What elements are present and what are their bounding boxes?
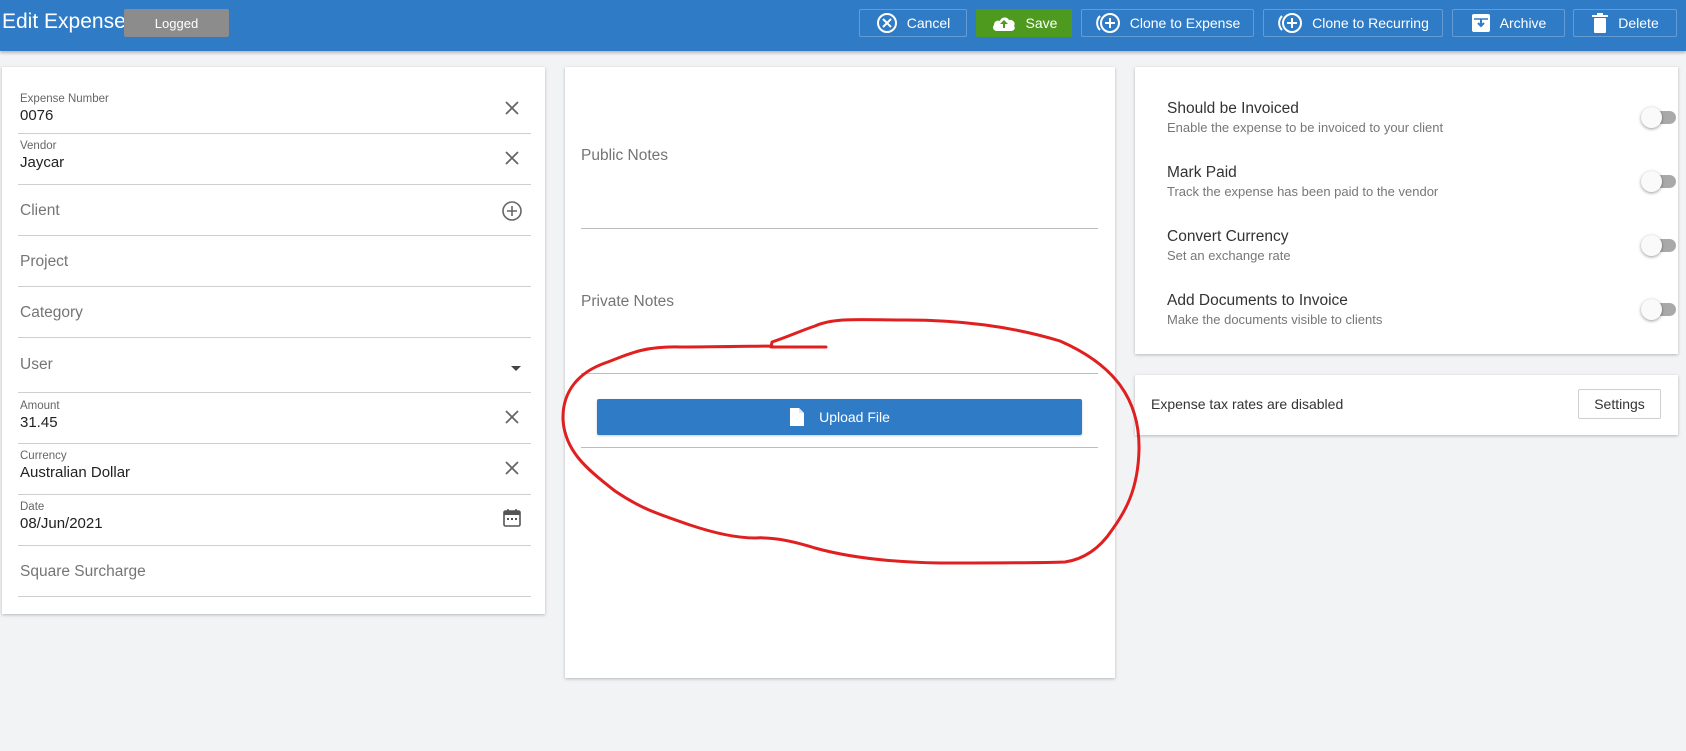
archive-icon (1471, 14, 1490, 32)
public-notes-label: Public Notes (581, 147, 669, 164)
expense-number-label: Expense Number (20, 93, 109, 105)
expense-number-value: 0076 (20, 107, 54, 124)
expense-options-card: Should be Invoiced Enable the expense to… (1135, 67, 1678, 354)
amount-label: Amount (20, 400, 60, 412)
mark-paid-toggle[interactable] (1641, 170, 1677, 192)
cancel-button[interactable]: Cancel (859, 9, 967, 37)
project-field[interactable]: Project (18, 236, 531, 287)
convert-currency-title: Convert Currency (1167, 228, 1289, 245)
mark-paid-subtitle: Track the expense has been paid to the v… (1167, 184, 1439, 199)
category-field[interactable]: Category (18, 287, 531, 338)
should-be-invoiced-toggle[interactable] (1641, 106, 1677, 128)
top-app-bar: Edit Expense Logged Cancel Save Clone to… (0, 0, 1686, 51)
expense-number-field[interactable]: Expense Number 0076 (18, 83, 531, 134)
currency-label: Currency (20, 450, 67, 462)
archive-button[interactable]: Archive (1452, 9, 1565, 37)
tax-settings-button[interactable]: Settings (1578, 389, 1661, 419)
amount-field[interactable]: Amount 31.45 (18, 393, 531, 444)
convert-currency-subtitle: Set an exchange rate (1167, 248, 1291, 263)
convert-currency-row: Convert Currency Set an exchange rate (1167, 228, 1677, 268)
file-icon (790, 408, 805, 426)
clear-icon[interactable] (501, 97, 523, 119)
project-label: Project (20, 253, 69, 270)
save-button-label: Save (1025, 15, 1058, 31)
client-label: Client (20, 202, 60, 219)
square-surcharge-label: Square Surcharge (20, 563, 146, 580)
vendor-value: Jaycar (20, 154, 65, 171)
mark-paid-title: Mark Paid (1167, 164, 1237, 181)
delete-button-label: Delete (1618, 15, 1659, 31)
archive-button-label: Archive (1499, 15, 1547, 31)
page-title: Edit Expense (2, 10, 126, 33)
dropdown-arrow-icon[interactable] (509, 364, 523, 372)
vendor-field[interactable]: Vendor Jaycar (18, 134, 531, 185)
documents-divider (581, 447, 1098, 448)
user-select[interactable]: User (18, 338, 531, 393)
cancel-button-label: Cancel (906, 15, 951, 31)
upload-file-label: Upload File (819, 409, 890, 425)
vendor-label: Vendor (20, 140, 57, 152)
trash-icon (1592, 13, 1609, 33)
public-notes-input[interactable] (581, 228, 1098, 229)
add-documents-title: Add Documents to Invoice (1167, 292, 1348, 309)
clone-to-expense-button[interactable]: Clone to Expense (1081, 9, 1254, 37)
square-surcharge-field[interactable]: Square Surcharge (18, 546, 531, 597)
private-notes-input[interactable] (581, 373, 1098, 374)
clear-icon[interactable] (501, 406, 523, 428)
client-field[interactable]: Client (18, 185, 531, 236)
save-button[interactable]: Save (976, 9, 1072, 37)
calendar-icon[interactable] (501, 507, 523, 529)
should-be-invoiced-row: Should be Invoiced Enable the expense to… (1167, 100, 1677, 140)
date-field[interactable]: Date 08/Jun/2021 (18, 495, 531, 546)
currency-value: Australian Dollar (20, 464, 131, 481)
clone-to-expense-label: Clone to Expense (1129, 15, 1241, 31)
clone-to-recurring-button[interactable]: Clone to Recurring (1263, 9, 1443, 37)
add-documents-subtitle: Make the documents visible to clients (1167, 312, 1383, 327)
tax-rates-card: Expense tax rates are disabled Settings (1135, 375, 1678, 435)
date-value: 08/Jun/2021 (20, 515, 103, 532)
add-documents-toggle[interactable] (1641, 298, 1677, 320)
should-be-invoiced-title: Should be Invoiced (1167, 100, 1299, 117)
clone-add-icon (1278, 13, 1303, 33)
delete-button[interactable]: Delete (1573, 9, 1677, 37)
currency-field[interactable]: Currency Australian Dollar (18, 444, 531, 495)
cancel-circle-icon (876, 13, 897, 33)
amount-value: 31.45 (20, 414, 58, 431)
private-notes-label: Private Notes (581, 293, 675, 310)
category-label: Category (20, 304, 83, 321)
add-circle-icon[interactable] (501, 200, 523, 222)
cloud-upload-icon (992, 17, 1015, 31)
should-be-invoiced-subtitle: Enable the expense to be invoiced to you… (1167, 120, 1444, 135)
clear-icon[interactable] (501, 147, 523, 169)
upload-file-button[interactable]: Upload File (597, 399, 1082, 435)
convert-currency-toggle[interactable] (1641, 234, 1677, 256)
tax-rates-message: Expense tax rates are disabled (1151, 396, 1344, 412)
clone-to-recurring-label: Clone to Recurring (1312, 15, 1429, 31)
add-documents-row: Add Documents to Invoice Make the docume… (1167, 292, 1677, 332)
clone-add-icon (1095, 13, 1120, 33)
notes-card: Public Notes Private Notes Upload File (565, 67, 1115, 678)
status-badge: Logged (124, 9, 229, 37)
expense-details-card: Expense Number 0076 Vendor Jaycar Client… (2, 67, 545, 614)
mark-paid-row: Mark Paid Track the expense has been pai… (1167, 164, 1677, 204)
user-label: User (20, 356, 53, 373)
clear-icon[interactable] (501, 457, 523, 479)
date-label: Date (20, 501, 45, 513)
